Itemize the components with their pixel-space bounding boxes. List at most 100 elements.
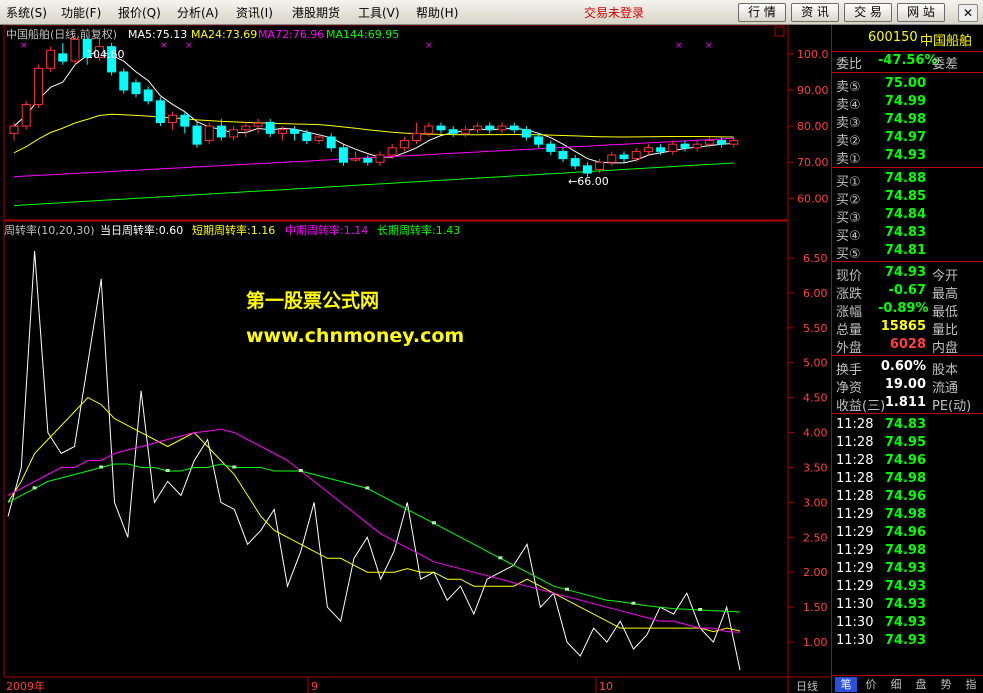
- buy-level-label: 买⑤: [836, 247, 861, 262]
- tick-row-label: 11:28: [836, 471, 874, 486]
- menu-quote[interactable]: 报价(Q): [118, 4, 161, 21]
- candle-body: [485, 125, 495, 131]
- trade-login-status: 交易未登录: [584, 6, 645, 20]
- menu-tools[interactable]: 工具(V): [358, 4, 400, 21]
- tick-row-value: 74.93: [884, 597, 926, 612]
- trade-button[interactable]: 交 易: [844, 3, 892, 22]
- buy-level: 买③ 74.84: [832, 207, 983, 226]
- series-point: [99, 465, 104, 469]
- main-y-tick: 70.00: [797, 156, 829, 169]
- tick-row: 11:30 74.93: [832, 597, 983, 615]
- candle-body: [351, 158, 361, 161]
- stat2-row: 换手 0.60% 股本: [832, 359, 983, 378]
- tick-row-value: 74.93: [884, 579, 926, 594]
- series-point: [498, 556, 503, 560]
- candle-body: [399, 140, 409, 149]
- sell-level-label: 卖④: [836, 98, 861, 113]
- market-button[interactable]: 行 情: [738, 3, 786, 22]
- candle-body: [192, 125, 202, 145]
- buy-level-label: 买③: [836, 211, 861, 226]
- candle-body: [204, 125, 214, 142]
- quote-tabs: 笔价细盘势指: [832, 675, 983, 693]
- buy-level-value: 74.88: [884, 171, 926, 186]
- stat2-row: 净资 19.00 流通: [832, 377, 983, 396]
- candle-body: [33, 67, 43, 105]
- buy-level: 买⑤ 74.81: [832, 243, 983, 262]
- sell-level: 卖② 74.97: [832, 130, 983, 149]
- candle-body: [582, 165, 592, 174]
- stat-row-value: 74.93: [884, 265, 926, 280]
- candle-body: [9, 125, 19, 134]
- candle-body: [21, 103, 31, 127]
- chart-area[interactable]: 中国船舶(日线,前复权) MA5:75.13 MA24:73.69 MA72:7…: [0, 25, 830, 693]
- main-y-tick: 60.00: [797, 192, 829, 205]
- quote-tab-1[interactable]: 价: [860, 677, 882, 692]
- stat-row: 总量 15865 量比: [832, 319, 983, 338]
- tick-row: 11:28 74.98: [832, 471, 983, 489]
- series-point: [698, 608, 703, 611]
- quote-tab-2[interactable]: 细: [885, 677, 907, 692]
- candle-body: [729, 140, 739, 145]
- buy-level-value: 74.81: [884, 243, 926, 258]
- sell-level: 卖⑤ 75.00: [832, 76, 983, 95]
- tick-row-value: 74.96: [884, 525, 926, 540]
- mid-turnover-label: 中期周转率:1.14: [285, 223, 368, 237]
- close-icon[interactable]: ✕: [958, 4, 978, 22]
- candle-body: [704, 140, 714, 145]
- x-label-sep: 9: [311, 680, 318, 693]
- candle-body: [595, 161, 605, 170]
- indicator-y-tick: 2.00: [803, 566, 828, 579]
- candle-body: [412, 132, 422, 142]
- tick-row-value: 74.83: [884, 417, 926, 432]
- website-button[interactable]: 网 站: [897, 3, 945, 22]
- series-point: [565, 587, 569, 591]
- buy-level: 买② 74.85: [832, 189, 983, 208]
- main-y-tick: 90.00: [797, 84, 829, 97]
- candle-body: [424, 125, 434, 134]
- tick-row: 11:29 74.96: [832, 525, 983, 543]
- tick-row-label: 11:29: [836, 579, 874, 594]
- stat2-row-label: 换手: [836, 363, 863, 378]
- tick-row-value: 74.96: [884, 489, 926, 504]
- tick-row: 11:28 74.96: [832, 489, 983, 507]
- signal-marker: ×: [20, 41, 28, 51]
- indicator-y-tick: 1.50: [803, 601, 828, 614]
- candle-body: [387, 147, 397, 156]
- candle-body: [668, 143, 678, 152]
- menu-analysis[interactable]: 分析(A): [177, 4, 219, 21]
- indicator-y-tick: 5.50: [803, 322, 828, 335]
- quote-panel: 600150 中国船舶 委比 -47.56% 委差 卖⑤ 75.00 卖④ 74.99…: [831, 25, 983, 693]
- buy-level-value: 74.84: [884, 207, 926, 222]
- tick-row-label: 11:29: [836, 525, 874, 540]
- series-point: [631, 601, 636, 605]
- period-label[interactable]: 日线: [796, 679, 818, 693]
- menu-info[interactable]: 资讯(I): [236, 4, 273, 21]
- weibi-row: 委比 -47.56% 委差: [836, 53, 959, 72]
- quote-tab-3[interactable]: 盘: [910, 677, 932, 692]
- menu-bar: 系统(S) 功能(F) 报价(Q) 分析(A) 资讯(I) 港股期货 工具(V)…: [0, 0, 983, 25]
- main-chart-title: 中国船舶(日线,前复权): [6, 27, 117, 41]
- quote-tab-4[interactable]: 势: [935, 677, 957, 692]
- candle-body: [58, 53, 68, 62]
- candle-body: [302, 132, 312, 142]
- quote-tab-0[interactable]: 笔: [835, 677, 857, 692]
- menu-help[interactable]: 帮助(H): [416, 4, 458, 21]
- menu-function[interactable]: 功能(F): [61, 4, 101, 21]
- menu-hk-futures[interactable]: 港股期货: [292, 4, 340, 21]
- candle-body: [680, 143, 690, 149]
- candle-body: [534, 136, 544, 145]
- candle-body: [436, 125, 446, 131]
- tick-row-value: 74.98: [884, 507, 926, 522]
- candle-body: [253, 122, 263, 127]
- tick-row-label: 11:29: [836, 561, 874, 576]
- signal-marker: ×: [160, 41, 168, 51]
- tick-row-label: 11:28: [836, 453, 874, 468]
- ma24-label: MA24:73.69: [191, 28, 257, 41]
- news-button[interactable]: 资 讯: [791, 3, 839, 22]
- quote-tab-5[interactable]: 指: [960, 677, 982, 692]
- menu-system[interactable]: 系统(S): [6, 4, 47, 21]
- indicator-y-tick: 1.00: [803, 636, 828, 649]
- candle-body: [155, 100, 165, 124]
- signal-marker: ×: [185, 41, 193, 51]
- main-y-tick: 100.0: [797, 48, 829, 61]
